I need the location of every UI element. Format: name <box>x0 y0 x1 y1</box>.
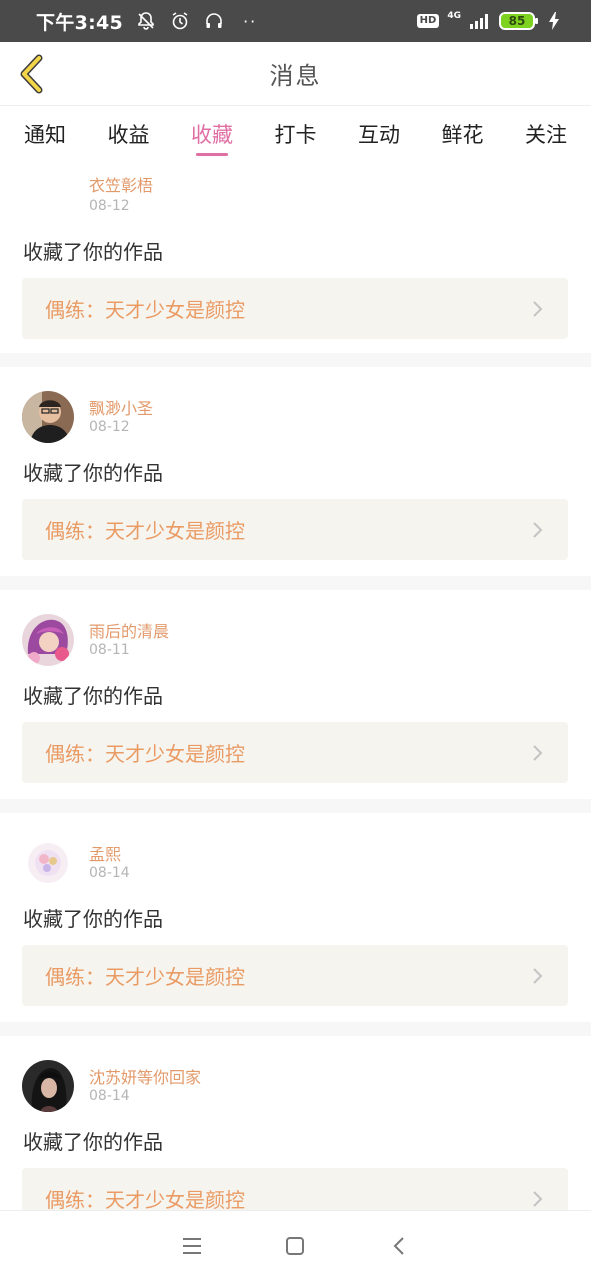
tab-checkin[interactable]: 打卡 <box>275 106 317 162</box>
work-link[interactable]: 偶练：天才少女是颜控 <box>22 278 568 339</box>
menu-icon <box>182 1237 201 1254</box>
work-title: 偶练：天才少女是颜控 <box>45 742 245 766</box>
work-link[interactable]: 偶练：天才少女是颜控 <box>22 499 568 560</box>
chevron-right-icon <box>530 1189 546 1209</box>
header: 消息 <box>0 42 591 106</box>
work-title: 偶练：天才少女是颜控 <box>45 965 245 989</box>
notification-date: 08-12 <box>89 419 130 435</box>
notification-card: 衣笠彰梧 08-12 收藏了你的作品 偶练：天才少女是颜控 <box>0 162 591 353</box>
status-left: 下午3:45 ·· <box>36 8 257 35</box>
tab-bar: 通知 收益 收藏 打卡 互动 鲜花 关注 <box>0 106 591 162</box>
work-link[interactable]: 偶练：天才少女是颜控 <box>22 945 568 1006</box>
username[interactable]: 雨后的清晨 <box>89 618 169 642</box>
chevron-right-icon <box>530 966 546 986</box>
notification-card: 孟熙 08-14 收藏了你的作品 偶练：天才少女是颜控 <box>0 813 591 1022</box>
status-bar: 下午3:45 ·· HD 4G 85 <box>0 0 591 42</box>
avatar[interactable] <box>22 1060 74 1112</box>
home-button[interactable] <box>275 1226 315 1266</box>
avatar[interactable] <box>22 837 74 889</box>
battery-level: 85 <box>508 14 526 28</box>
username[interactable]: 衣笠彰梧 <box>89 172 153 196</box>
tab-following[interactable]: 关注 <box>525 106 567 162</box>
notification-card: 雨后的清晨 08-11 收藏了你的作品 偶练：天才少女是颜控 <box>0 590 591 799</box>
work-title: 偶练：天才少女是颜控 <box>45 1188 245 1210</box>
notification-date: 08-12 <box>89 198 130 214</box>
back-triangle-icon <box>393 1236 404 1255</box>
work-link[interactable]: 偶练：天才少女是颜控 <box>22 722 568 783</box>
system-nav-bar <box>0 1210 591 1280</box>
hd-badge: HD <box>416 14 440 28</box>
notification-message: 收藏了你的作品 <box>23 684 163 708</box>
tab-earnings[interactable]: 收益 <box>108 106 150 162</box>
tab-favorites[interactable]: 收藏 <box>191 106 233 162</box>
tab-notifications[interactable]: 通知 <box>24 106 66 162</box>
work-title: 偶练：天才少女是颜控 <box>45 519 245 543</box>
menu-button[interactable] <box>172 1226 212 1266</box>
status-dots: ·· <box>243 11 258 31</box>
chevron-right-icon <box>530 520 546 540</box>
notification-message: 收藏了你的作品 <box>23 907 163 931</box>
work-link[interactable]: 偶练：天才少女是颜控 <box>22 1168 568 1210</box>
work-title: 偶练：天才少女是颜控 <box>45 298 245 322</box>
notification-date: 08-14 <box>89 1088 130 1104</box>
username[interactable]: 沈苏妍等你回家 <box>89 1064 201 1088</box>
page-title: 消息 <box>269 62 322 90</box>
home-square-icon <box>286 1236 305 1255</box>
status-right: HD 4G 85 <box>416 10 565 32</box>
tab-flowers[interactable]: 鲜花 <box>442 106 484 162</box>
signal-icon <box>469 10 491 32</box>
notification-card: 飘渺小圣 08-12 收藏了你的作品 偶练：天才少女是颜控 <box>0 367 591 576</box>
avatar[interactable] <box>22 614 74 666</box>
charging-icon <box>543 10 565 32</box>
headset-icon <box>203 10 225 32</box>
battery-indicator: 85 <box>499 12 538 30</box>
notification-message: 收藏了你的作品 <box>23 461 163 485</box>
username[interactable]: 飘渺小圣 <box>89 395 153 419</box>
notification-message: 收藏了你的作品 <box>23 1130 163 1154</box>
chevron-left-icon <box>20 54 43 94</box>
bell-muted-icon <box>135 10 157 32</box>
chevron-right-icon <box>530 299 546 319</box>
back-button[interactable] <box>12 52 52 96</box>
username[interactable]: 孟熙 <box>89 841 121 865</box>
alarm-icon <box>169 10 191 32</box>
notification-message: 收藏了你的作品 <box>23 240 163 264</box>
notification-date: 08-11 <box>89 642 130 658</box>
network-type: 4G <box>447 11 461 21</box>
notification-date: 08-14 <box>89 865 130 881</box>
chevron-right-icon <box>530 743 546 763</box>
notification-card: 沈苏妍等你回家 08-14 收藏了你的作品 偶练：天才少女是颜控 <box>0 1036 591 1210</box>
tab-interactions[interactable]: 互动 <box>358 106 400 162</box>
status-time: 下午3:45 <box>36 11 124 34</box>
system-back-button[interactable] <box>379 1226 419 1266</box>
avatar[interactable] <box>22 391 74 443</box>
notification-feed[interactable]: 衣笠彰梧 08-12 收藏了你的作品 偶练：天才少女是颜控 飘渺小圣 08-12… <box>0 162 591 1210</box>
